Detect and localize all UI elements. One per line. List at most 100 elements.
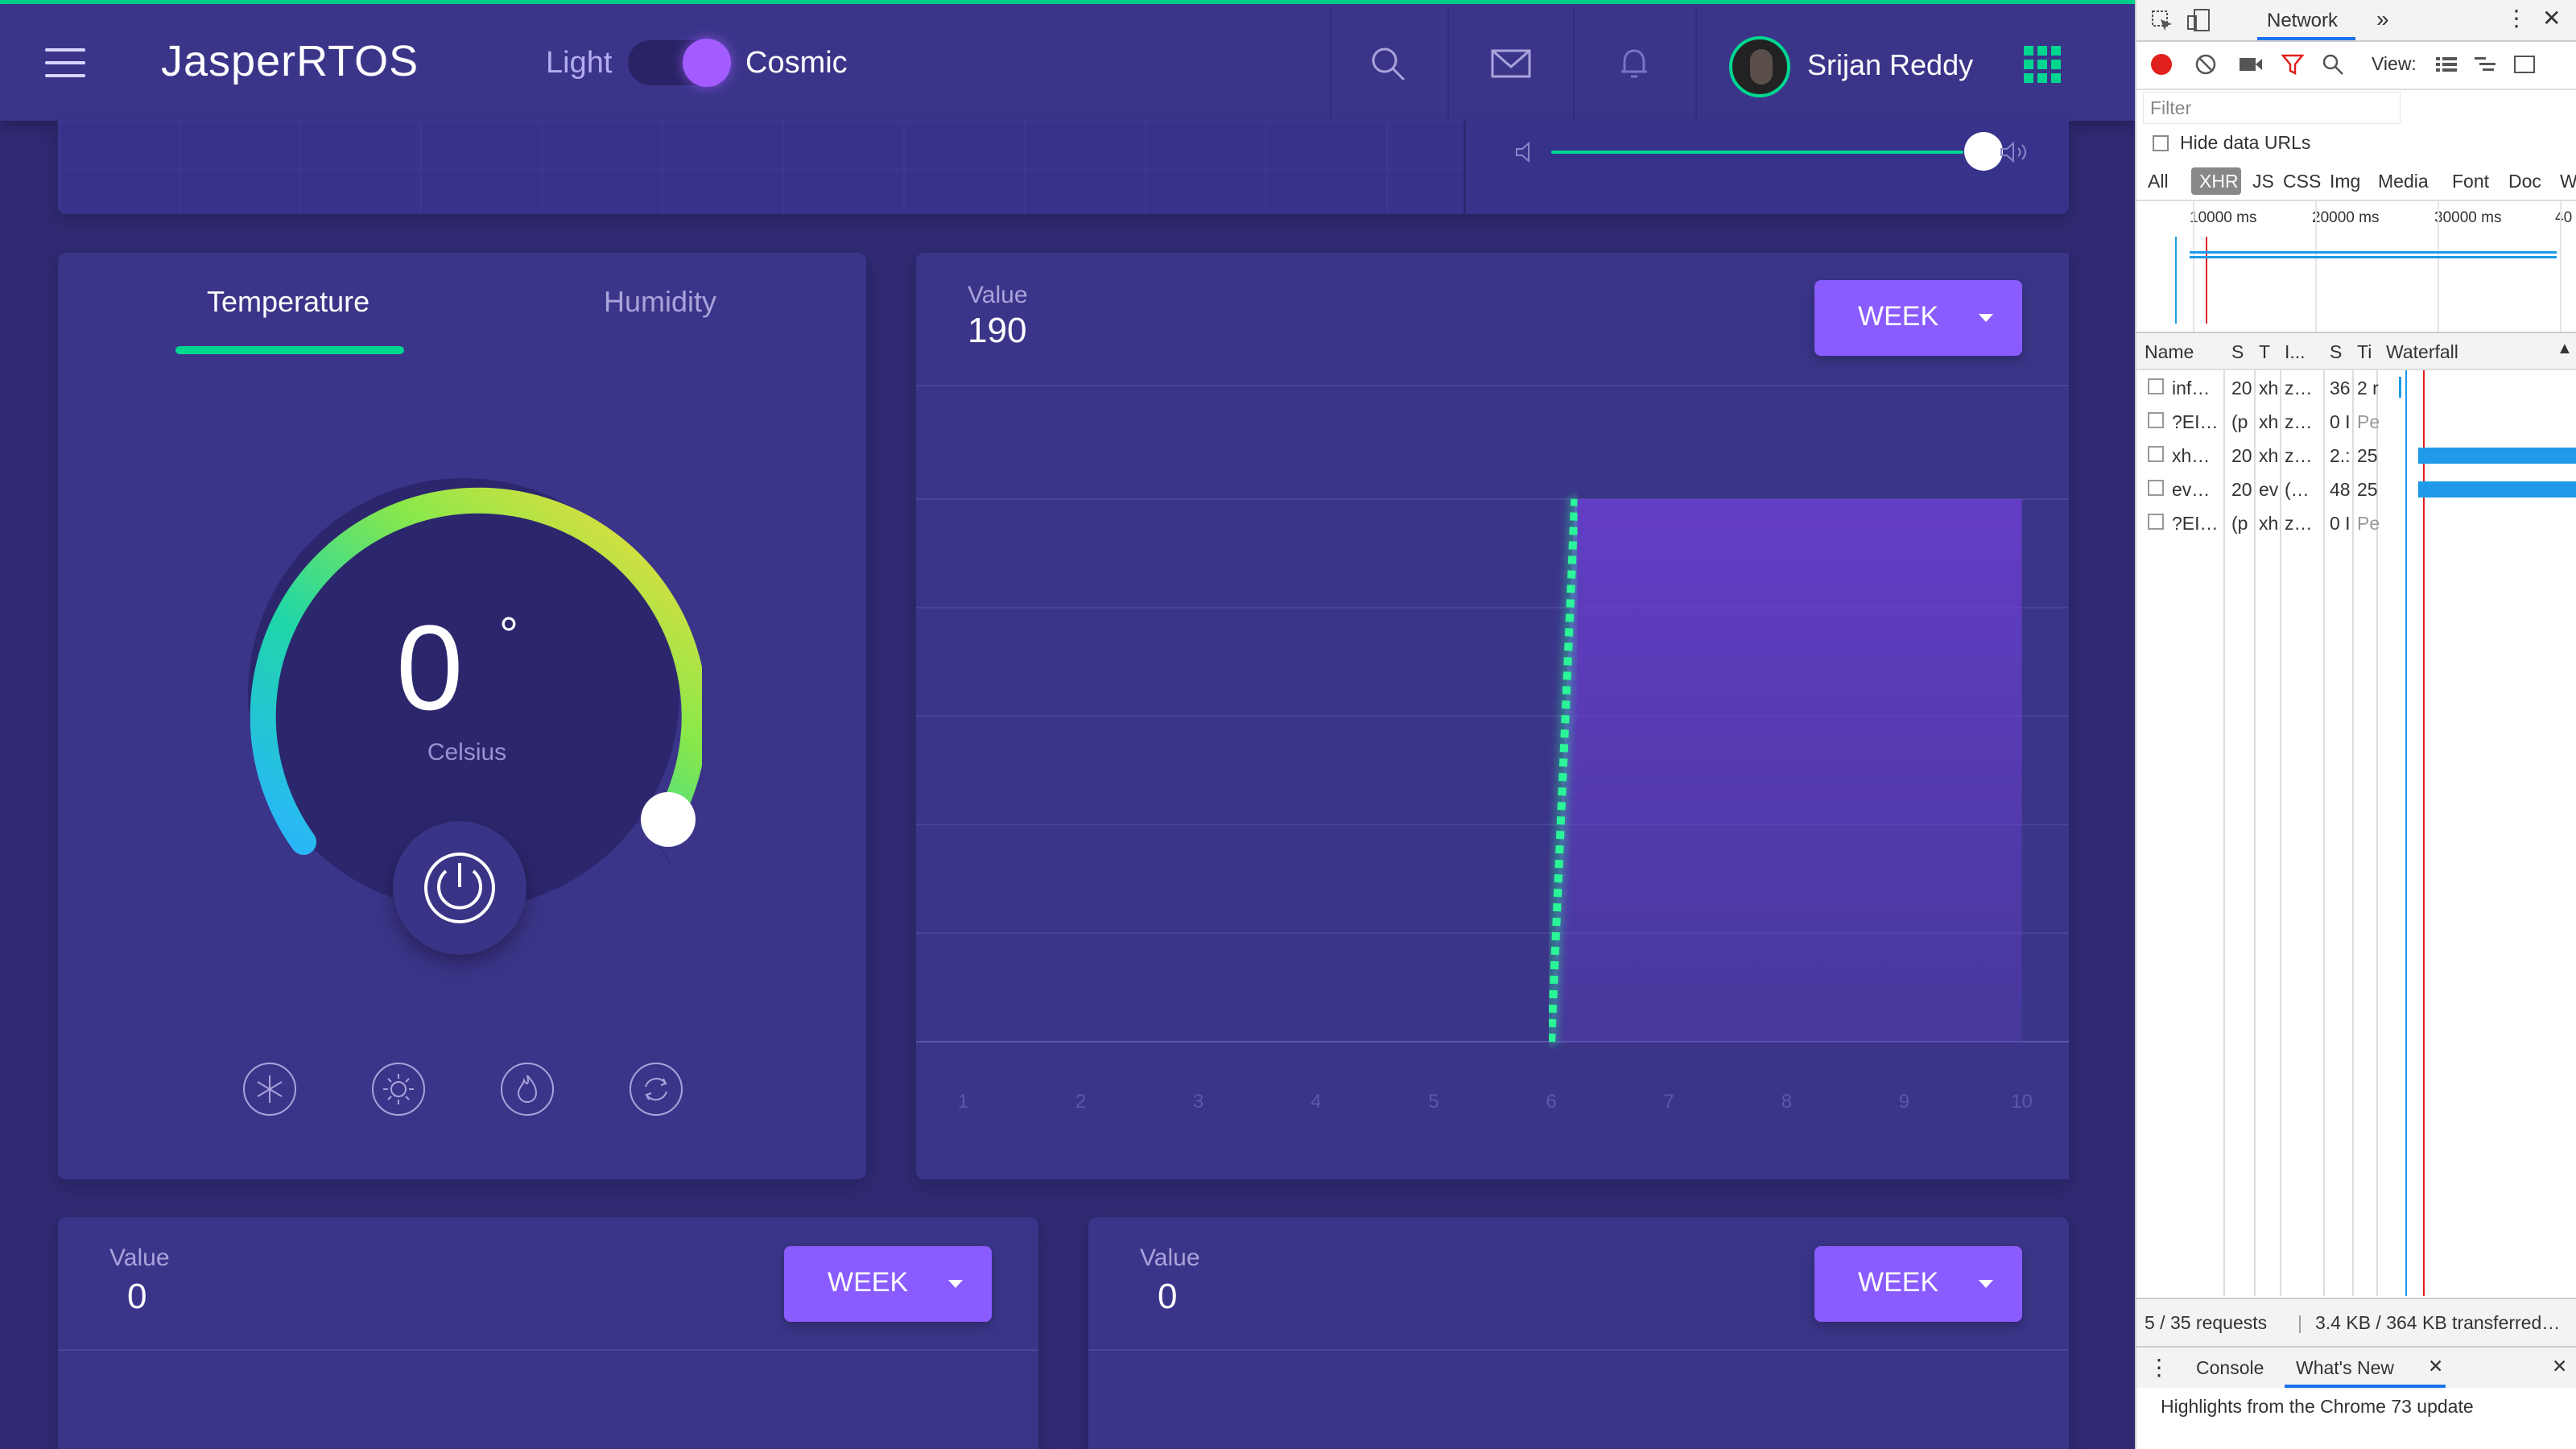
filter-all[interactable]: All [2148,171,2169,192]
request-initiator: z… [2285,513,2313,534]
tab-humidity[interactable]: Humidity [604,285,716,319]
request-type: xh [2259,445,2279,466]
filter-js[interactable]: JS [2252,171,2274,192]
sort-ascending-icon[interactable]: ▲ [2557,340,2573,358]
header-divider [1447,8,1449,121]
kebab-menu-icon[interactable]: ⋮ [2505,5,2528,31]
period-dropdown-button[interactable]: WEEK [1814,280,2022,356]
request-size: 0 I [2330,513,2351,534]
volume-slider-thumb[interactable] [1964,132,2003,171]
large-rows-icon[interactable] [2434,55,2458,74]
header-divider [1330,8,1331,121]
request-row[interactable]: xh… 20 xh z… 2.: 25 [2136,438,2576,472]
power-button[interactable] [393,821,526,955]
theme-toggle-knob[interactable] [683,39,731,87]
devtools-tabbar: Network » ⋮ ✕ [2136,0,2576,42]
screenshots-toggle-icon[interactable] [2513,53,2537,76]
request-row[interactable]: ?EI… (p xh z… 0 I Pe [2136,506,2576,539]
power-icon[interactable] [393,821,526,955]
avatar[interactable] [1729,36,1790,97]
theme-light-label: Light [546,46,613,80]
col-initiator[interactable]: I... [2285,341,2306,363]
request-checkbox[interactable] [2148,480,2164,496]
record-icon[interactable] [2151,54,2172,75]
request-row[interactable]: ?EI… (p xh z… 0 I Pe [2136,404,2576,438]
dial-handle[interactable] [641,792,696,847]
device-toolbar-icon[interactable] [2186,8,2212,32]
x-tick-label: 8 [1781,1091,1792,1113]
request-checkbox[interactable] [2148,446,2164,462]
request-checkbox[interactable] [2148,412,2164,428]
bottom-left-card: Value 0 WEEK [58,1217,1038,1449]
request-type: xh [2259,513,2279,534]
snowflake-icon[interactable] [242,1061,298,1117]
volume-slider-track[interactable] [1551,151,1963,154]
col-type[interactable]: T [2259,341,2270,363]
close-tab-icon[interactable]: ✕ [2428,1356,2443,1377]
filter-media[interactable]: Media [2378,171,2429,192]
col-size[interactable]: S [2330,341,2342,363]
filter-input[interactable]: Filter [2143,92,2401,124]
clear-icon[interactable] [2194,53,2217,76]
mail-icon[interactable] [1491,44,1531,83]
theme-toggle[interactable] [628,39,731,87]
app-logo[interactable]: JasperRTOS [161,36,419,86]
filter-doc[interactable]: Doc [2508,171,2541,192]
value-label: Value [1140,1245,1200,1271]
request-type: ev [2259,479,2279,500]
tab-temperature[interactable]: Temperature [207,285,369,319]
card-divider [1463,121,1466,214]
search-icon[interactable] [1368,44,1407,83]
col-waterfall[interactable]: Waterfall [2386,341,2458,363]
period-dropdown-button[interactable]: WEEK [784,1246,992,1322]
user-name[interactable]: Srijan Reddy [1807,48,1973,82]
refresh-icon[interactable] [628,1061,684,1117]
menu-icon[interactable] [45,48,85,77]
timeline-bar [2190,256,2557,258]
period-dropdown-button[interactable]: WEEK [1814,1246,2022,1322]
tab-network[interactable]: Network [2267,10,2338,32]
chart-grid [58,121,1465,214]
apps-grid-icon[interactable] [2024,46,2061,83]
col-name[interactable]: Name [2145,341,2194,363]
col-status[interactable]: S [2231,341,2244,363]
x-tick-label: 4 [1311,1091,1321,1113]
drawer-menu-icon[interactable]: ⋮ [2148,1354,2170,1381]
request-table-header: Name S T I... S Ti Waterfall ▲ [2136,333,2576,370]
filter-icon[interactable] [2281,53,2304,76]
sun-icon[interactable] [370,1061,427,1117]
overview-icon[interactable] [2473,55,2497,74]
more-tabs-icon[interactable]: » [2376,6,2389,32]
request-type: xh [2259,378,2279,398]
search-icon[interactable] [2322,53,2344,76]
request-row[interactable]: ev… 20 ev (… 48 25 [2136,472,2576,506]
request-row[interactable]: inf… 20 xh z… 36 2 r [2136,370,2576,404]
bell-icon[interactable] [1615,44,1653,83]
volume-high-icon[interactable] [1998,140,2033,164]
flame-icon[interactable] [499,1061,555,1117]
col-time[interactable]: Ti [2357,341,2372,363]
filter-xhr-active[interactable]: XHR [2191,167,2241,195]
x-tick-label: 6 [1546,1091,1556,1113]
request-checkbox[interactable] [2148,378,2164,394]
request-checkbox[interactable] [2148,514,2164,530]
x-tick-label: 10 [2011,1091,2033,1113]
chevron-down-icon [1979,314,1993,322]
filter-css[interactable]: CSS [2283,171,2321,192]
inspect-element-icon[interactable] [2151,10,2174,32]
screenshot-icon[interactable] [2238,55,2264,74]
filter-font[interactable]: Font [2452,171,2489,192]
load-marker [2206,237,2207,324]
tab-whats-new[interactable]: What's New [2296,1357,2394,1379]
volume-low-icon[interactable] [1513,140,1542,164]
request-time: 25 [2357,479,2378,500]
close-drawer-icon[interactable]: ✕ [2552,1356,2567,1377]
dom-loaded-marker [2175,237,2177,324]
filter-ws[interactable]: W [2560,171,2576,192]
hide-data-urls-checkbox[interactable] [2153,135,2169,151]
filter-img[interactable]: Img [2330,171,2360,192]
x-tick-label: 5 [1428,1091,1439,1113]
header: JasperRTOS Light Cosmic Srijan Reddy [0,4,2135,121]
tab-console[interactable]: Console [2196,1357,2264,1379]
close-icon[interactable]: ✕ [2542,5,2561,31]
